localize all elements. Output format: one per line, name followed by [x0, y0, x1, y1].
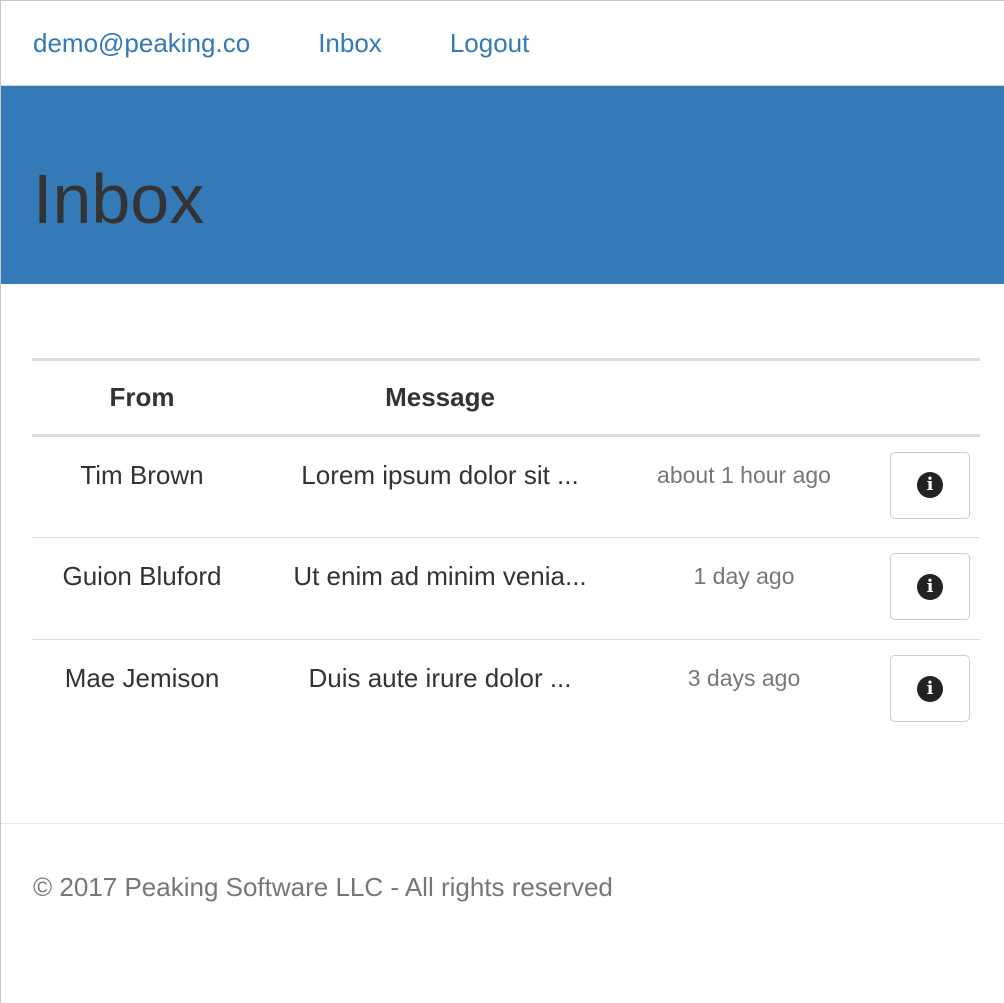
cell-time: 1 day ago: [628, 537, 860, 640]
message-preview: Duis aute irure dolor ...: [308, 663, 572, 694]
page-header: Inbox: [1, 86, 1004, 284]
column-header-time: [628, 359, 860, 437]
sender-name: Tim Brown: [80, 459, 204, 490]
message-preview: Ut enim ad minim venia...: [293, 561, 587, 591]
table-row: Guion Bluford Ut enim ad minim venia... …: [32, 537, 980, 640]
inbox-table: From Message Tim Brown Lorem ipsum dolor…: [32, 358, 980, 742]
cell-time: 3 days ago: [628, 640, 860, 742]
page-title: Inbox: [33, 160, 205, 238]
cell-message: Lorem ipsum dolor sit ...: [252, 435, 628, 538]
table-row: Tim Brown Lorem ipsum dolor sit ... abou…: [32, 435, 980, 538]
page-footer: © 2017 Peaking Software LLC - All rights…: [1, 823, 1004, 903]
column-header-action: [860, 359, 980, 437]
inbox-table-container: From Message Tim Brown Lorem ipsum dolor…: [32, 358, 980, 742]
cell-message: Duis aute irure dolor ...: [252, 640, 628, 742]
info-icon: i: [917, 573, 943, 600]
message-time: 1 day ago: [693, 563, 795, 589]
message-time: 3 days ago: [687, 665, 801, 692]
info-icon: i: [917, 675, 943, 702]
nav-user-email-link[interactable]: demo@peaking.co: [33, 30, 250, 56]
nav-inbox-link[interactable]: Inbox: [318, 30, 382, 56]
cell-from: Tim Brown: [32, 435, 252, 538]
sender-name: Mae Jemison: [64, 663, 220, 694]
info-icon: i: [917, 472, 943, 498]
nav-logout-link[interactable]: Logout: [450, 30, 530, 56]
copyright-text: © 2017 Peaking Software LLC - All rights…: [33, 872, 613, 902]
page: demo@peaking.co Inbox Logout Inbox From …: [0, 0, 1004, 1003]
column-header-from: From: [32, 359, 252, 437]
table-row: Mae Jemison Duis aute irure dolor ... 3 …: [32, 640, 980, 742]
message-preview: Lorem ipsum dolor sit ...: [301, 459, 579, 490]
cell-time: about 1 hour ago: [628, 435, 860, 538]
cell-from: Guion Bluford: [32, 537, 252, 640]
top-navbar: demo@peaking.co Inbox Logout: [1, 1, 1004, 86]
cell-message: Ut enim ad minim venia...: [252, 537, 628, 640]
cell-action: i: [860, 640, 980, 742]
cell-from: Mae Jemison: [32, 640, 252, 742]
cell-action: i: [860, 435, 980, 538]
cell-action: i: [860, 537, 980, 640]
column-header-message: Message: [252, 359, 628, 437]
message-info-button[interactable]: i: [890, 451, 970, 519]
message-info-button[interactable]: i: [890, 655, 970, 723]
sender-name: Guion Bluford: [62, 561, 222, 591]
message-info-button[interactable]: i: [890, 553, 970, 620]
message-time: about 1 hour ago: [657, 461, 831, 488]
table-header-row: From Message: [32, 359, 980, 437]
